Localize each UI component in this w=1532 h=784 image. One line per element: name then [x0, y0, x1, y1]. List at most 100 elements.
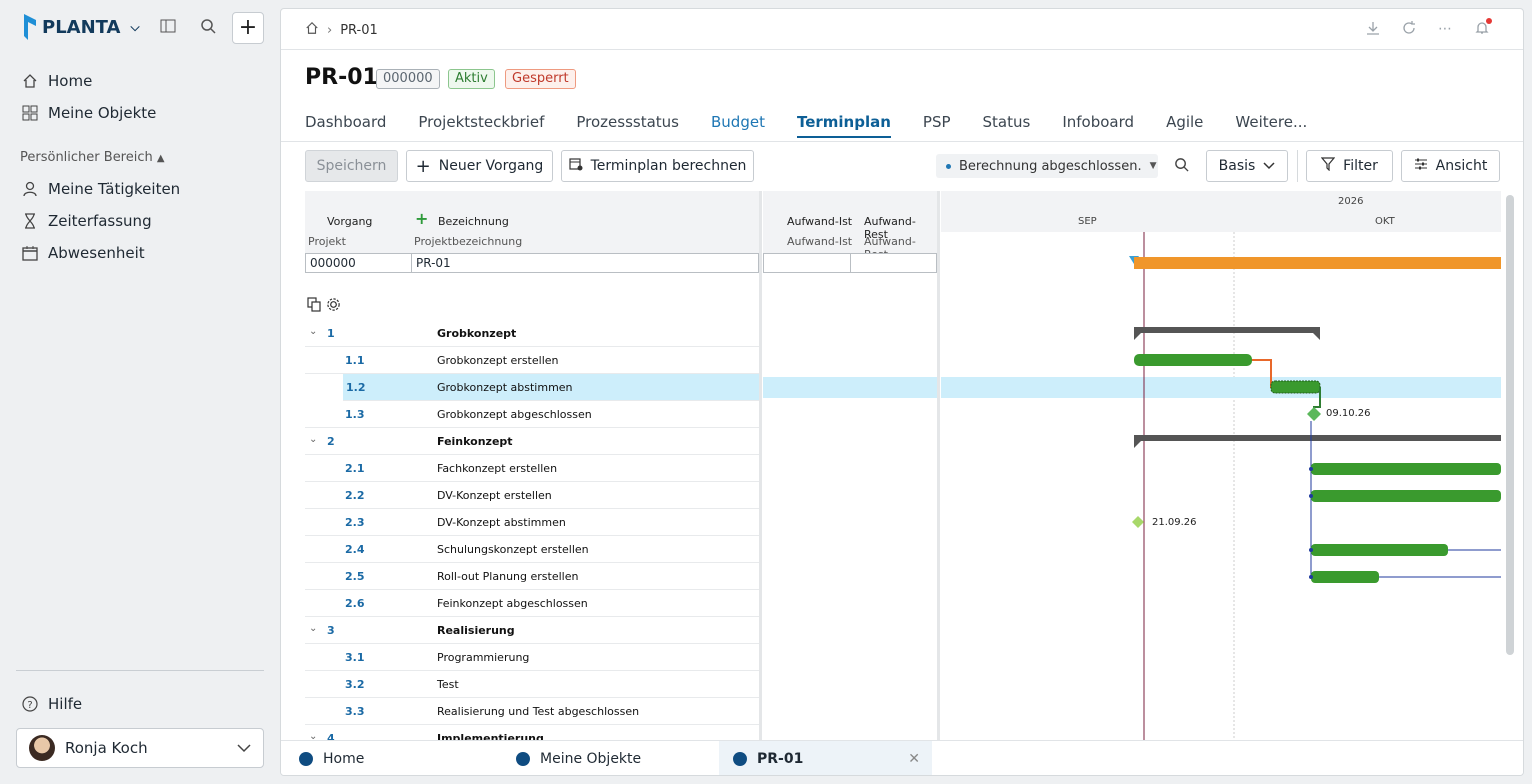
bell-icon[interactable]: [1475, 18, 1492, 39]
table-row[interactable]: ⌄ 2 Feinkonzept: [305, 428, 759, 455]
milestone-2-3[interactable]: [1132, 516, 1144, 528]
row-number: 2.4: [345, 543, 365, 556]
gear-icon[interactable]: [326, 297, 341, 316]
tab-prozessstatus[interactable]: Prozessstatus: [576, 113, 679, 138]
table-row[interactable]: ⌄ 1 Grobkonzept: [305, 320, 759, 347]
project-id-cell[interactable]: 000000: [305, 253, 413, 273]
grid-header: Vorgang + Bezeichnung Projekt Projektbez…: [305, 191, 761, 255]
basis-dropdown[interactable]: Basis: [1206, 150, 1288, 182]
table-row[interactable]: 3.2 Test: [305, 671, 759, 698]
nav-item-zeiterfassung[interactable]: Zeiterfassung: [22, 212, 152, 230]
task-bar-1-2[interactable]: [1270, 380, 1321, 394]
filter-button[interactable]: Filter: [1306, 150, 1393, 182]
milestone-1-3[interactable]: [1307, 407, 1321, 421]
nav-item-hilfe[interactable]: ? Hilfe: [22, 695, 82, 713]
table-row[interactable]: 2.1 Fachkonzept erstellen: [305, 455, 759, 482]
window-tab-meine-objekte[interactable]: Meine Objekte: [516, 741, 641, 775]
summary-bar-grobkonzept[interactable]: [1134, 327, 1320, 333]
vertical-scrollbar[interactable]: [1506, 195, 1514, 655]
expand-chevron-icon[interactable]: ⌄: [309, 326, 317, 337]
home-icon[interactable]: [305, 21, 319, 39]
task-bar-2-4[interactable]: [1311, 544, 1448, 556]
nav-item-meine-taetigkeiten[interactable]: Meine Tätigkeiten: [22, 180, 180, 198]
task-bar-2-5[interactable]: [1311, 571, 1379, 583]
table-row[interactable]: 3.3 Realisierung und Test abgeschlossen: [305, 698, 759, 725]
more-icon[interactable]: ⋯: [1438, 21, 1453, 39]
expand-chevron-icon[interactable]: ⌄: [309, 623, 317, 634]
calculation-status-select[interactable]: Berechnung abgeschlossen. ▼: [936, 154, 1158, 178]
row-name: Grobkonzept: [437, 327, 517, 340]
table-row[interactable]: 1.3 Grobkonzept abgeschlossen: [305, 401, 759, 428]
column-header-bezeichnung[interactable]: Bezeichnung: [438, 215, 509, 228]
tab-budget[interactable]: Budget: [711, 113, 765, 138]
nav-item-abwesenheit[interactable]: Abwesenheit: [22, 244, 145, 262]
help-icon: ?: [22, 696, 38, 712]
view-button[interactable]: Ansicht: [1401, 150, 1500, 182]
task-bar-2-2[interactable]: [1311, 490, 1501, 502]
user-menu[interactable]: Ronja Koch: [16, 728, 264, 768]
close-icon[interactable]: ✕: [908, 751, 920, 767]
column-header-aufwand-ist[interactable]: Aufwand-Ist: [787, 215, 852, 228]
window-tab-pr-01[interactable]: PR-01 ✕: [719, 741, 932, 775]
table-row[interactable]: 3.1 Programmierung: [305, 644, 759, 671]
download-icon[interactable]: [1366, 21, 1380, 39]
task-bar-2-1[interactable]: [1311, 463, 1501, 475]
new-task-button[interactable]: + Neuer Vorgang: [406, 150, 553, 182]
column-header-vorgang[interactable]: Vorgang: [327, 215, 372, 228]
row-number: 1.2: [346, 381, 366, 394]
notification-dot: [1486, 18, 1492, 24]
subheader-aufwand-ist: Aufwand-Ist: [787, 235, 853, 248]
row-name: Test: [437, 678, 459, 691]
tab-status[interactable]: Status: [983, 113, 1031, 138]
summary-bar-feinkonzept[interactable]: [1134, 435, 1501, 441]
window-tab-home[interactable]: Home: [299, 741, 364, 775]
table-row[interactable]: 2.2 DV-Konzept erstellen: [305, 482, 759, 509]
task-bar-1-1[interactable]: [1134, 354, 1252, 366]
table-row[interactable]: 2.6 Feinkonzept abgeschlossen: [305, 590, 759, 617]
search-icon[interactable]: [198, 18, 218, 38]
row-number: 2.3: [345, 516, 365, 529]
table-row[interactable]: ⌄ 3 Realisierung: [305, 617, 759, 644]
nav-item-home[interactable]: Home: [22, 72, 92, 90]
aufwand-rest-cell[interactable]: [850, 253, 937, 273]
copy-icon[interactable]: [307, 297, 322, 316]
planta-logo[interactable]: PLANTA ⌵: [22, 14, 140, 40]
project-name-cell[interactable]: PR-01: [411, 253, 759, 273]
avatar: [29, 735, 55, 761]
create-button[interactable]: +: [232, 12, 264, 44]
table-row[interactable]: 2.3 DV-Konzept abstimmen: [305, 509, 759, 536]
tab-weitere[interactable]: Weitere...: [1235, 113, 1307, 138]
calculate-schedule-button[interactable]: Terminplan berechnen: [561, 150, 754, 182]
tab-terminplan[interactable]: Terminplan: [796, 113, 891, 138]
chevron-down-icon: [237, 739, 251, 757]
aufwand-ist-cell[interactable]: [763, 253, 851, 273]
sidebar-toggle-icon[interactable]: [158, 18, 178, 38]
tab-projektsteckbrief[interactable]: Projektsteckbrief: [418, 113, 544, 138]
row-name: Grobkonzept abstimmen: [437, 381, 573, 394]
search-icon[interactable]: [1174, 157, 1189, 176]
user-name: Ronja Koch: [65, 739, 148, 757]
chevron-down-icon: ▼: [1149, 161, 1157, 171]
tab-infoboard[interactable]: Infoboard: [1062, 113, 1134, 138]
row-number: 2.6: [345, 597, 365, 610]
table-row[interactable]: 1.1 Grobkonzept erstellen: [305, 347, 759, 374]
chevron-down-icon[interactable]: ⌵: [130, 20, 139, 35]
table-row[interactable]: 2.5 Roll-out Planung erstellen: [305, 563, 759, 590]
home-icon: [22, 73, 38, 89]
project-bar[interactable]: [1134, 257, 1501, 269]
refresh-icon[interactable]: [1402, 21, 1416, 39]
table-row[interactable]: 2.4 Schulungskonzept erstellen: [305, 536, 759, 563]
nav-item-meine-objekte[interactable]: Meine Objekte: [22, 104, 156, 122]
add-column-icon[interactable]: +: [415, 209, 428, 228]
table-row[interactable]: 1.2 Grobkonzept abstimmen: [343, 374, 759, 401]
expand-chevron-icon[interactable]: ⌄: [309, 434, 317, 445]
tab-psp[interactable]: PSP: [923, 113, 951, 138]
gantt-chart: 2026 SEP OKT 09.10.26 21.09.26: [941, 191, 1501, 747]
row-name: Realisierung: [437, 624, 515, 637]
column-splitter[interactable]: [937, 191, 940, 747]
tab-agile[interactable]: Agile: [1166, 113, 1203, 138]
tab-dashboard[interactable]: Dashboard: [305, 113, 386, 138]
save-button[interactable]: Speichern: [305, 150, 398, 182]
column-splitter[interactable]: [759, 191, 762, 747]
section-persoenlicher-bereich[interactable]: Persönlicher Bereich ▲: [20, 150, 165, 165]
